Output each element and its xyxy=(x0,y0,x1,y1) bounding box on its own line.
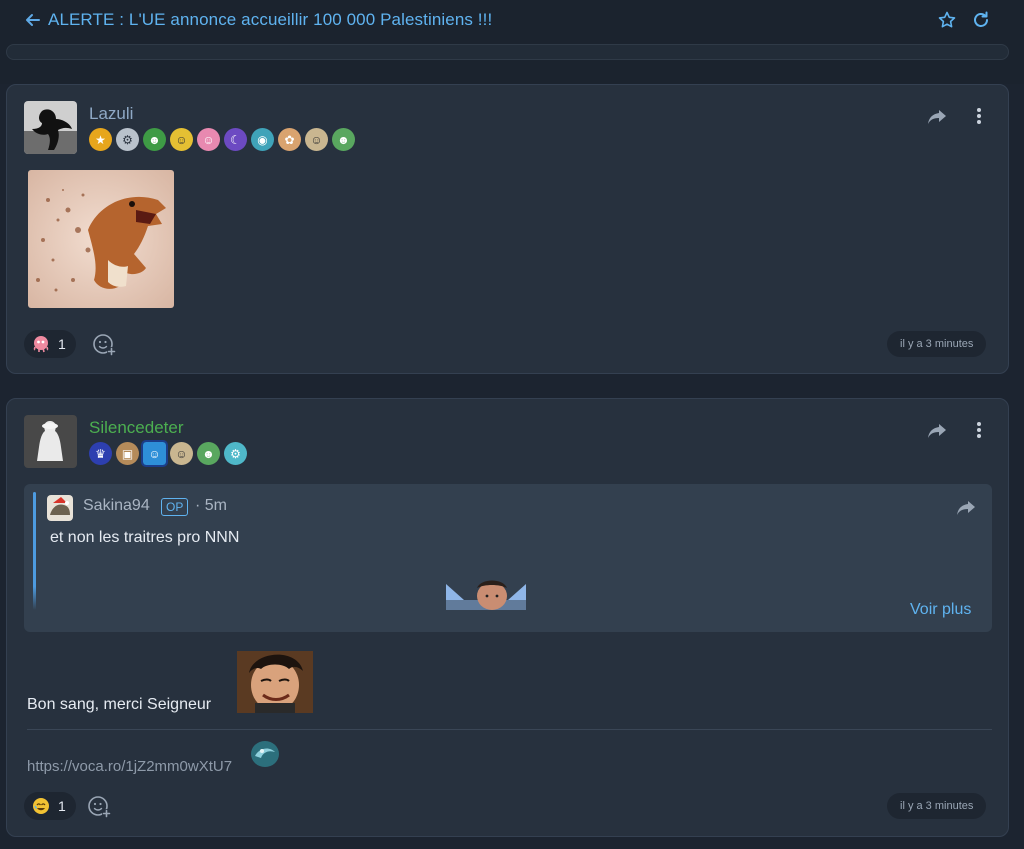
badge-row: ♛ ▣ ☺ ☺ ☻ ⚙ xyxy=(89,440,247,467)
more-options-icon[interactable] xyxy=(976,421,982,439)
username[interactable]: Silencedeter xyxy=(89,418,184,438)
timestamp: il y a 3 minutes xyxy=(887,793,987,819)
robot-face-badge-icon[interactable]: ⚙ xyxy=(224,442,247,465)
star-favorite-icon[interactable] xyxy=(937,10,957,30)
inline-sticker xyxy=(237,651,313,713)
topic-title[interactable]: ALERTE : L'UE annonce accueillir 100 000… xyxy=(48,10,492,30)
divider xyxy=(27,729,992,730)
op-badge: OP xyxy=(161,498,189,516)
palette-badge-icon[interactable]: ✿ xyxy=(278,128,301,151)
smiley-badge-icon[interactable]: ☺ xyxy=(170,128,193,151)
top-bar: ALERTE : L'UE annonce accueillir 100 000… xyxy=(0,0,1024,84)
add-reaction-icon[interactable] xyxy=(86,793,112,819)
quote-time: · 5m xyxy=(195,497,227,514)
star-badge-icon[interactable]: ★ xyxy=(89,128,112,151)
reaction-count: 1 xyxy=(58,336,66,352)
quote-sticker xyxy=(446,574,526,610)
quote-text: et non les traitres pro NNN xyxy=(50,529,240,546)
avatar[interactable] xyxy=(24,101,77,154)
reaction-count: 1 xyxy=(58,798,66,814)
more-options-icon[interactable] xyxy=(976,107,982,125)
face-badge-icon[interactable]: ☺ xyxy=(305,128,328,151)
username[interactable]: Lazuli xyxy=(89,104,133,124)
quoted-message[interactable]: Sakina94 OP · 5m et non les traitres pro… xyxy=(24,484,992,632)
add-reaction-icon[interactable] xyxy=(91,331,117,357)
back-arrow-icon[interactable] xyxy=(22,9,44,31)
goggles-badge-icon[interactable]: ◉ xyxy=(251,128,274,151)
share-arrow-icon[interactable] xyxy=(926,421,948,441)
scroll-bar[interactable] xyxy=(6,44,1009,60)
pink-girl-badge-icon[interactable]: ☺ xyxy=(197,128,220,151)
bearded-man-badge-icon[interactable]: ☻ xyxy=(332,128,355,151)
laughing-emoji-icon xyxy=(33,798,49,814)
avatar[interactable] xyxy=(24,415,77,468)
see-more-link[interactable]: Voir plus xyxy=(910,601,971,619)
quote-rail xyxy=(33,492,36,610)
post-image[interactable] xyxy=(28,170,174,308)
signature-link[interactable]: https://voca.ro/1jZ2mm0wXtU7 xyxy=(27,758,232,775)
quote-avatar[interactable] xyxy=(47,495,73,521)
post-card: Silencedeter ♛ ▣ ☺ ☺ ☻ ⚙ Sakina94 OP · 5… xyxy=(6,398,1009,837)
elf-badge-icon[interactable]: ☻ xyxy=(143,128,166,151)
post-card: Lazuli ★ ⚙ ☻ ☺ ☺ ☾ ◉ ✿ ☺ ☻ 1 il y a 3 mi… xyxy=(6,84,1009,374)
blue-smiley-badge-icon[interactable]: ☺ xyxy=(141,440,168,467)
signature-sticker xyxy=(250,740,280,768)
badge-row: ★ ⚙ ☻ ☺ ☺ ☾ ◉ ✿ ☺ ☻ xyxy=(89,128,355,151)
reaction-pill[interactable]: 1 xyxy=(24,330,76,358)
face-badge-icon[interactable]: ☺ xyxy=(170,442,193,465)
octopus-emoji-icon xyxy=(33,336,49,353)
share-arrow-icon[interactable] xyxy=(955,498,977,518)
reaction-pill[interactable]: 1 xyxy=(24,792,76,820)
share-arrow-icon[interactable] xyxy=(926,107,948,127)
timestamp: il y a 3 minutes xyxy=(887,331,987,357)
bearded-man-badge-icon[interactable]: ☻ xyxy=(197,442,220,465)
post-body-text: Bon sang, merci Seigneur xyxy=(27,696,212,713)
crown-badge-icon[interactable]: ♛ xyxy=(89,442,112,465)
purple-alien-badge-icon[interactable]: ☾ xyxy=(224,128,247,151)
refresh-icon[interactable] xyxy=(971,10,991,30)
quote-author[interactable]: Sakina94 xyxy=(83,497,150,515)
robot-badge-icon[interactable]: ⚙ xyxy=(116,128,139,151)
cube-badge-icon[interactable]: ▣ xyxy=(116,442,139,465)
